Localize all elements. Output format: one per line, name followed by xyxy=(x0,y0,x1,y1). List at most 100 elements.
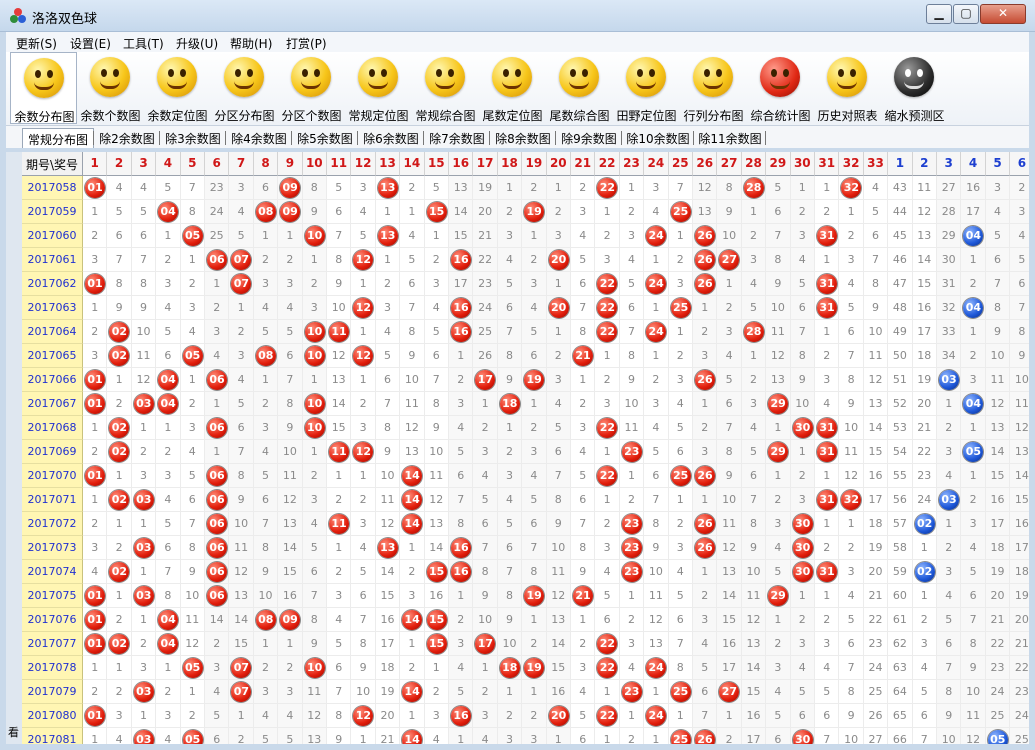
period-cell[interactable]: 2017066 xyxy=(22,368,83,392)
tab-6[interactable]: 除7余数图 xyxy=(424,128,490,148)
toolbar-button-3[interactable]: 分区分布图 xyxy=(211,52,278,124)
period-cell[interactable]: 2017061 xyxy=(22,248,83,272)
omission-cell: 3 xyxy=(644,176,669,200)
omission-cell: 6 xyxy=(205,728,230,744)
omission-cell: 5 xyxy=(766,560,791,584)
period-cell[interactable]: 2017070 xyxy=(22,464,83,488)
omission-cell: 7 xyxy=(644,488,669,512)
period-cell[interactable]: 2017072 xyxy=(22,512,83,536)
smiley-eye xyxy=(905,69,911,77)
menu-update[interactable]: 更新(S) xyxy=(16,35,57,52)
omission-cell: 4 xyxy=(156,488,181,512)
period-cell[interactable]: 2017068 xyxy=(22,416,83,440)
minimize-button[interactable]: ▁ xyxy=(926,4,952,24)
toolbar-button-6[interactable]: 常规综合图 xyxy=(412,52,479,124)
period-cell[interactable]: 2017077 xyxy=(22,632,83,656)
tab-3[interactable]: 除4余数图 xyxy=(226,128,292,148)
period-cell[interactable]: 2017062 xyxy=(22,272,83,296)
close-button[interactable]: ✕ xyxy=(980,4,1026,24)
menu-tools[interactable]: 工具(T) xyxy=(123,35,164,52)
menu-donate[interactable]: 打赏(P) xyxy=(286,35,327,52)
omission-cell: 11 xyxy=(278,464,303,488)
period-cell[interactable]: 2017060 xyxy=(22,224,83,248)
omission-cell: 1 xyxy=(278,224,303,248)
hit-cell: 14 xyxy=(400,488,425,512)
omission-cell: 1 xyxy=(766,464,791,488)
tab-1[interactable]: 除2余数图 xyxy=(94,128,160,148)
toolbar-button-8[interactable]: 尾数综合图 xyxy=(546,52,613,124)
toolbar-button-label: 尾数定位图 xyxy=(482,109,543,123)
omission-cell: 8 xyxy=(302,608,327,632)
period-cell[interactable]: 2017075 xyxy=(22,584,83,608)
toolbar-button-5[interactable]: 常规定位图 xyxy=(345,52,412,124)
menu-help[interactable]: 帮助(H) xyxy=(230,35,272,52)
omission-cell: 5 xyxy=(571,704,596,728)
period-cell[interactable]: 2017080 xyxy=(22,704,83,728)
omission-cell: 6 xyxy=(961,584,986,608)
tab-5[interactable]: 除6余数图 xyxy=(358,128,424,148)
omission-cell: 45 xyxy=(888,224,913,248)
omission-cell: 1 xyxy=(449,344,474,368)
period-cell[interactable]: 2017076 xyxy=(22,608,83,632)
hit-cell: 01 xyxy=(83,392,108,416)
omission-cell: 3 xyxy=(449,392,474,416)
red-ball: 24 xyxy=(646,658,667,678)
maximize-button[interactable]: ▢ xyxy=(953,4,979,24)
distribution-grid[interactable]: 期号\奖号 1 2 3 4 5 6 7 8 9 10 11 12 13 14 15 16 17 18 19 20 21 2… xyxy=(22,152,1029,744)
period-cell[interactable]: 2017059 xyxy=(22,200,83,224)
toolbar-button-0[interactable]: 余数分布图 xyxy=(10,52,77,124)
period-cell[interactable]: 2017078 xyxy=(22,656,83,680)
period-cell[interactable]: 2017067 xyxy=(22,392,83,416)
period-cell[interactable]: 2017058 xyxy=(22,176,83,200)
toolbar-button-13[interactable]: 缩水预测区 xyxy=(881,52,948,124)
toolbar-button-4[interactable]: 分区个数图 xyxy=(278,52,345,124)
hit-cell: 31 xyxy=(815,440,840,464)
tab-0[interactable]: 常规分布图 xyxy=(22,128,94,148)
toolbar-button-9[interactable]: 田野定位图 xyxy=(613,52,680,124)
omission-cell: 21 xyxy=(912,416,937,440)
omission-cell: 25 xyxy=(863,680,889,704)
toolbar-button-7[interactable]: 尾数定位图 xyxy=(479,52,546,124)
period-cell[interactable]: 2017069 xyxy=(22,440,83,464)
toolbar-button-2[interactable]: 余数定位图 xyxy=(144,52,211,124)
period-cell[interactable]: 2017079 xyxy=(22,680,83,704)
red-ball: 03 xyxy=(133,538,154,558)
blue-ball: 04 xyxy=(963,394,984,414)
red-ball: 16 xyxy=(451,562,471,582)
toolbar-button-12[interactable]: 历史对照表 xyxy=(814,52,881,124)
tab-9[interactable]: 除10余数图 xyxy=(622,128,694,148)
omission-cell: 2 xyxy=(546,200,571,224)
omission-cell: 5 xyxy=(205,704,230,728)
omission-cell: 5 xyxy=(449,440,474,464)
omission-cell: 4 xyxy=(717,344,742,368)
period-cell[interactable]: 2017063 xyxy=(22,296,83,320)
omission-cell: 3 xyxy=(83,536,108,560)
tab-2[interactable]: 除3余数图 xyxy=(160,128,226,148)
tab-7[interactable]: 除8余数图 xyxy=(490,128,556,148)
period-cell[interactable]: 2017065 xyxy=(22,344,83,368)
omission-cell: 6 xyxy=(302,560,327,584)
hit-cell: 31 xyxy=(815,224,840,248)
smiley-eye xyxy=(503,69,509,77)
toolbar-button-11[interactable]: 综合统计图 xyxy=(747,52,814,124)
hit-cell: 21 xyxy=(571,344,596,368)
tab-4[interactable]: 除5余数图 xyxy=(292,128,358,148)
period-cell[interactable]: 2017074 xyxy=(22,560,83,584)
period-cell[interactable]: 2017064 xyxy=(22,320,83,344)
toolbar-button-10[interactable]: 行列分布图 xyxy=(680,52,747,124)
period-cell[interactable]: 2017071 xyxy=(22,488,83,512)
omission-cell: 2 xyxy=(156,680,181,704)
period-cell[interactable]: 2017073 xyxy=(22,536,83,560)
red-ball: 22 xyxy=(597,466,618,486)
period-cell[interactable]: 2017081 xyxy=(22,728,83,744)
hit-cell: 04 xyxy=(156,392,181,416)
omission-cell: 7 xyxy=(985,272,1011,296)
menu-upgrade[interactable]: 升级(U) xyxy=(176,35,218,52)
blue-ball-header: 2 xyxy=(912,152,937,176)
menu-settings[interactable]: 设置(E) xyxy=(70,35,111,52)
toolbar-button-1[interactable]: 余数个数图 xyxy=(77,52,144,124)
tab-8[interactable]: 除9余数图 xyxy=(556,128,622,148)
omission-cell: 6 xyxy=(741,464,767,488)
red-ball-header: 15 xyxy=(424,152,449,176)
tab-10[interactable]: 除11余数图 xyxy=(694,128,766,148)
